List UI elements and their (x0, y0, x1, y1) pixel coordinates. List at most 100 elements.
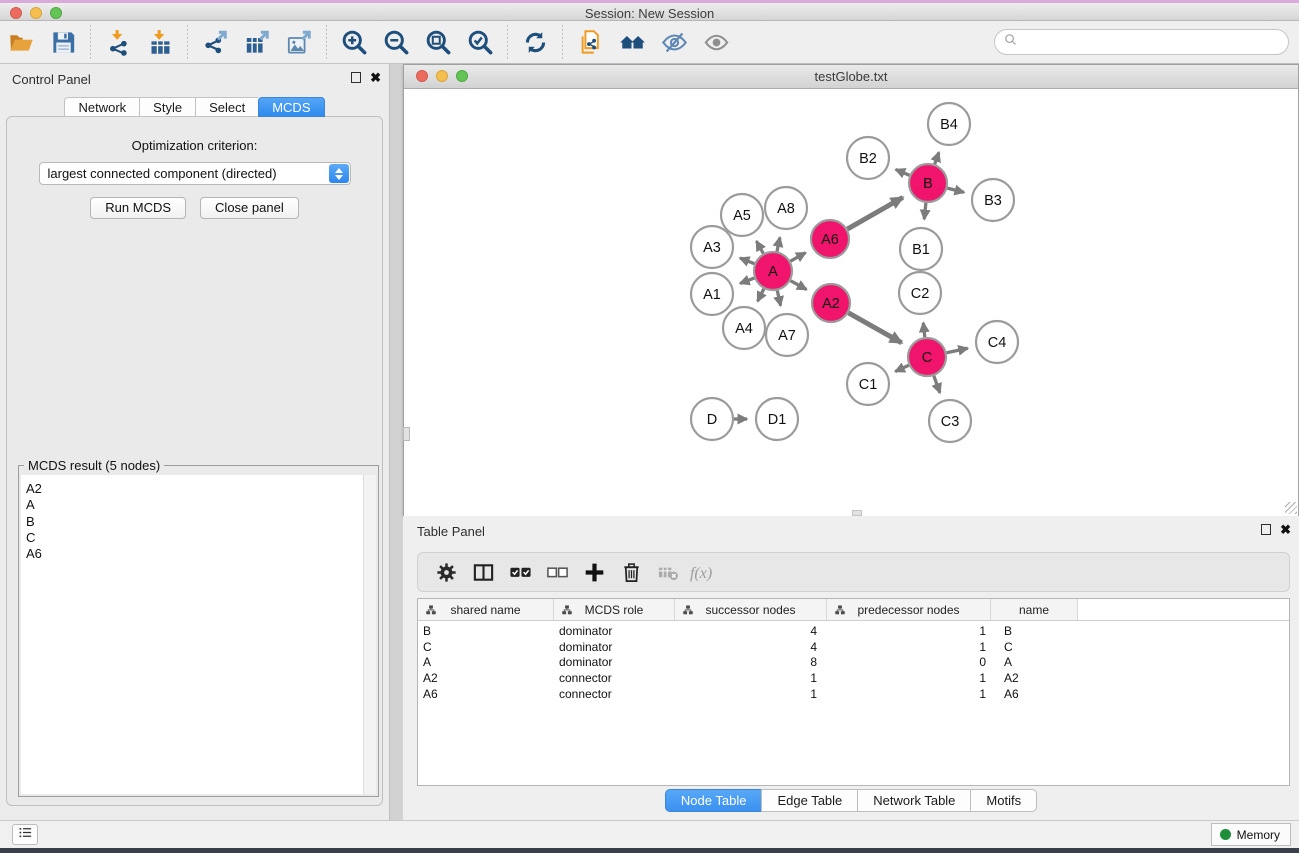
optimization-criterion-select[interactable]: largest connected component (directed) (39, 162, 351, 185)
float-panel-icon[interactable] (351, 72, 361, 83)
table-settings-icon[interactable] (430, 557, 462, 587)
graph-node-B2[interactable]: B2 (847, 137, 889, 179)
show-all-icon[interactable] (699, 26, 733, 58)
graph-node-C2[interactable]: C2 (899, 272, 941, 314)
import-network-icon[interactable] (101, 26, 135, 58)
network-window-titlebar[interactable]: testGlobe.txt (404, 65, 1298, 89)
mcds-result-item[interactable]: B (26, 514, 376, 530)
search-box[interactable] (994, 29, 1289, 55)
import-table-icon[interactable] (143, 26, 177, 58)
column-header-name[interactable]: name (991, 599, 1078, 620)
graph-node-A1[interactable]: A1 (691, 273, 733, 315)
save-session-icon[interactable] (46, 26, 80, 58)
export-table-icon[interactable] (240, 26, 274, 58)
close-table-panel-icon[interactable]: ✖ (1280, 524, 1291, 535)
tab-node-table[interactable]: Node Table (665, 789, 762, 812)
export-image-icon[interactable] (282, 26, 316, 58)
window-resize-grip[interactable] (1285, 502, 1297, 514)
select-all-icon[interactable] (504, 557, 536, 587)
graph-node-C4[interactable]: C4 (976, 321, 1018, 363)
graph-edge-A-A6[interactable] (790, 253, 805, 262)
zoom-selected-icon[interactable] (463, 26, 497, 58)
table-row[interactable]: A2connector11A2 (418, 671, 1289, 687)
table-row[interactable]: Adominator80A (418, 655, 1289, 671)
node-table[interactable]: shared nameMCDS rolesuccessor nodesprede… (417, 598, 1290, 786)
export-network-icon[interactable] (198, 26, 232, 58)
add-column-icon[interactable] (578, 557, 610, 587)
graph-node-B[interactable]: B (909, 164, 947, 202)
table-row[interactable]: Bdominator41B (418, 624, 1289, 640)
mcds-result-item[interactable]: A (26, 497, 376, 513)
network-canvas[interactable]: B4 B2 B B3 A5A8A6 A3 A B1 A1 A2 C2 A4A7 C4 C C1 D D1 C3 (404, 90, 1298, 516)
graph-edge-C-C3[interactable] (934, 376, 940, 393)
graph-edge-C-C4[interactable] (947, 348, 968, 353)
open-session-icon[interactable] (4, 26, 38, 58)
delete-column-icon[interactable] (615, 557, 647, 587)
close-panel-button[interactable]: Close panel (200, 197, 299, 219)
graph-edge-C-C1[interactable] (895, 365, 909, 371)
graph-edge-C-C2[interactable] (923, 323, 925, 337)
graph-edge-B-B2[interactable] (896, 170, 910, 176)
tab-network-table[interactable]: Network Table (857, 789, 970, 812)
mcds-result-item[interactable]: A6 (26, 546, 376, 562)
graph-node-A5[interactable]: A5 (721, 194, 763, 236)
graph-edge-A-A8[interactable] (777, 237, 780, 251)
graph-edge-B-B4[interactable] (935, 152, 939, 164)
hide-selected-icon[interactable] (657, 26, 691, 58)
graph-edge-A-A7[interactable] (777, 291, 780, 306)
graph-node-A6[interactable]: A6 (811, 220, 849, 258)
memory-button[interactable]: Memory (1211, 823, 1291, 846)
graph-node-B3[interactable]: B3 (972, 179, 1014, 221)
zoom-out-icon[interactable] (379, 26, 413, 58)
tab-network[interactable]: Network (64, 97, 139, 117)
tab-style[interactable]: Style (139, 97, 195, 117)
table-row[interactable]: A6connector11A6 (418, 687, 1289, 703)
graph-node-A7[interactable]: A7 (766, 314, 808, 356)
tab-edge-table[interactable]: Edge Table (761, 789, 857, 812)
graph-edge-A-A1[interactable] (740, 278, 754, 283)
graph-node-C[interactable]: C (908, 338, 946, 376)
graph-node-D1[interactable]: D1 (756, 398, 798, 440)
task-history-button[interactable] (12, 824, 38, 845)
column-selector-icon[interactable] (467, 557, 499, 587)
first-neighbors-icon[interactable] (615, 26, 649, 58)
column-header-mcds-role[interactable]: MCDS role (554, 599, 675, 620)
tab-mcds[interactable]: MCDS (258, 97, 324, 117)
search-input[interactable] (1018, 32, 1288, 52)
column-header-shared-name[interactable]: shared name (418, 599, 554, 620)
mcds-result-list[interactable]: A2ABCA6 (21, 475, 376, 794)
graph-edge-A2-C[interactable] (848, 313, 901, 343)
mcds-list-scrollbar[interactable] (363, 475, 376, 794)
duplicate-network-icon[interactable] (573, 26, 607, 58)
graph-node-A3[interactable]: A3 (691, 226, 733, 268)
graph-edge-A-A2[interactable] (791, 281, 807, 290)
canvas-side-handle[interactable] (403, 427, 410, 441)
column-header-successor-nodes[interactable]: successor nodes (675, 599, 827, 620)
graph-edge-A-A5[interactable] (757, 241, 764, 253)
deselect-all-icon[interactable] (541, 557, 573, 587)
zoom-in-icon[interactable] (337, 26, 371, 58)
mcds-result-item[interactable]: C (26, 530, 376, 546)
graph-node-B4[interactable]: B4 (928, 103, 970, 145)
zoom-fit-icon[interactable] (421, 26, 455, 58)
graph-node-A4[interactable]: A4 (723, 307, 765, 349)
graph-node-D[interactable]: D (691, 398, 733, 440)
tab-motifs[interactable]: Motifs (970, 789, 1037, 812)
float-table-panel-icon[interactable] (1261, 524, 1271, 535)
graph-edge-A6-B[interactable] (847, 197, 902, 229)
graph-edge-A-A3[interactable] (740, 258, 755, 264)
mcds-result-item[interactable]: A2 (26, 481, 376, 497)
graph-edge-B-B3[interactable] (947, 188, 964, 192)
refresh-layout-icon[interactable] (518, 26, 552, 58)
tab-select[interactable]: Select (195, 97, 258, 117)
run-mcds-button[interactable]: Run MCDS (90, 197, 186, 219)
graph-node-C3[interactable]: C3 (929, 400, 971, 442)
graph-edge-A-A4[interactable] (758, 289, 764, 302)
graph-node-A8[interactable]: A8 (765, 187, 807, 229)
graph-node-A[interactable]: A (754, 252, 792, 290)
graph-node-B1[interactable]: B1 (900, 228, 942, 270)
graph-node-C1[interactable]: C1 (847, 363, 889, 405)
graph-node-A2[interactable]: A2 (812, 284, 850, 322)
close-panel-icon[interactable]: ✖ (370, 72, 381, 83)
graph-edge-B-B1[interactable] (924, 203, 926, 219)
